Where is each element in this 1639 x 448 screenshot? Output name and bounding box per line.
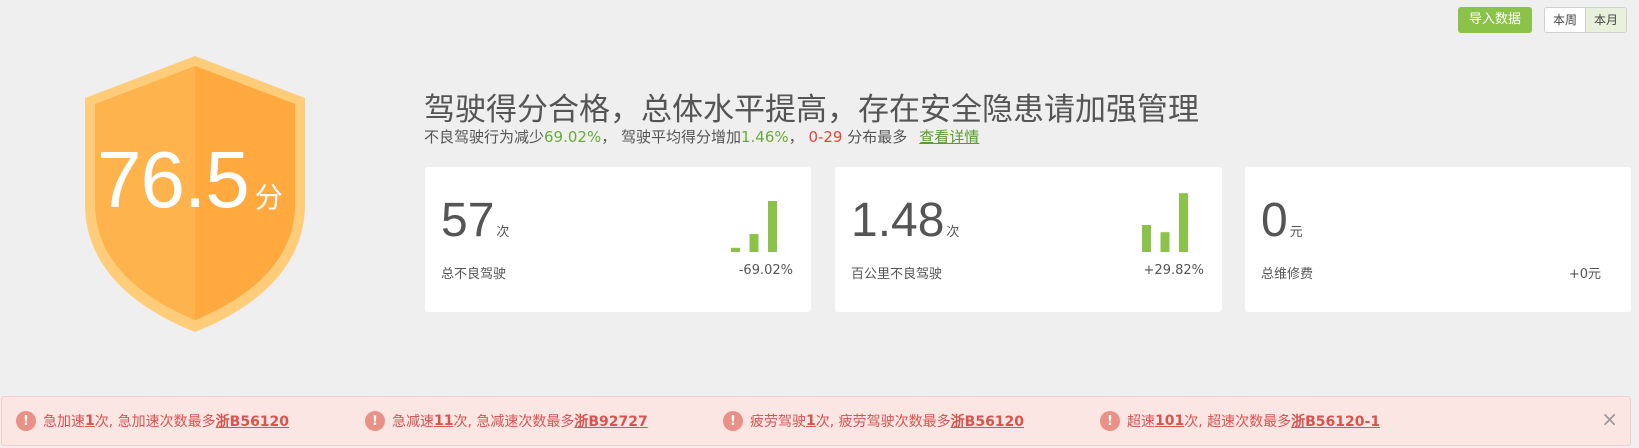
alert-count: 1 (806, 413, 816, 429)
card-change: +29.82% (1143, 263, 1204, 278)
alert-plate-link[interactable]: 浙B56120 (951, 411, 1024, 431)
alert-text: 次, 急减速次数最多 (453, 414, 575, 430)
warning-icon: ! (16, 411, 36, 431)
stat-card-total-repair-cost: 0 元 总维修费 +0元 (1245, 167, 1631, 312)
trend-bar (1142, 225, 1151, 252)
alert-count: 1 (85, 413, 95, 429)
alert-item-rapid-deceleration: ! 急减速 11 次, 急减速次数最多 浙B92727 (365, 411, 648, 431)
card-value-number: 0 (1261, 194, 1288, 247)
alert-plate-link[interactable]: 浙B56120-1 (1291, 411, 1380, 431)
trend-bar (1179, 193, 1188, 252)
trend-bar (731, 247, 740, 252)
card-value-unit: 元 (1289, 225, 1303, 240)
alert-text: 次, 急加速次数最多 (94, 414, 216, 430)
alert-text: 急加速 (43, 414, 85, 430)
view-details-link[interactable]: 查看详情 (919, 128, 979, 146)
period-week-option[interactable]: 本周 (1545, 8, 1585, 32)
summary-text-2: ， 驾驶平均得分增加 (601, 128, 741, 146)
summary-text-1: 不良驾驶行为减少 (424, 128, 545, 146)
card-change: -69.02% (738, 263, 793, 278)
alert-plate-link[interactable]: 浙B92727 (574, 411, 647, 431)
alert-item-rapid-acceleration: ! 急加速 1 次, 急加速次数最多 浙B56120 (16, 411, 289, 431)
alert-text: 急减速 (392, 414, 434, 430)
import-data-button[interactable]: 导入数据 (1457, 7, 1532, 33)
trend-bars (1142, 193, 1188, 252)
card-value-number: 1.48 (851, 194, 945, 247)
alert-text: 超速 (1127, 414, 1155, 430)
trend-bar (749, 234, 759, 252)
driving-score: 76.5 分 (97, 140, 283, 220)
trend-bar (1160, 232, 1170, 252)
summary-value-1: 69.02% (544, 128, 602, 146)
warning-icon: ! (365, 411, 385, 431)
card-label: 百公里不良驾驶 (851, 267, 943, 282)
card-value-number: 57 (441, 194, 495, 247)
alert-text: 次, 超速次数最多 (1184, 414, 1292, 430)
alert-text: 次, 疲劳驾驶次数最多 (815, 414, 951, 430)
period-toggle: 本周 本月 (1543, 7, 1627, 33)
score-unit: 分 (254, 181, 283, 214)
summary-text-3: ， (788, 128, 809, 146)
summary-range: 0-29 (808, 128, 843, 146)
alert-plate-link[interactable]: 浙B56120 (216, 411, 289, 431)
page-title: 驾驶得分合格，总体水平提高，存在安全隐患请加强管理 (424, 92, 1199, 128)
summary-text-4: 分布最多 (842, 128, 908, 146)
trend-bars (731, 201, 777, 252)
card-label: 总维修费 (1261, 267, 1314, 282)
card-label: 总不良驾驶 (441, 267, 507, 282)
top-actions: 导入数据 本周 本月 (1457, 7, 1627, 33)
score-value: 76.5 (97, 135, 250, 224)
card-value: 1.48 次 (851, 197, 959, 245)
alert-item-fatigue-driving: ! 疲劳驾驶 1 次, 疲劳驾驶次数最多 浙B56120 (723, 411, 1024, 431)
stat-card-bad-driving-per-100km: 1.48 次 百公里不良驾驶 +29.82% (835, 167, 1222, 312)
alert-bar: ! 急加速 1 次, 急加速次数最多 浙B56120 ! 急减速 11 次, 急减速次数最… (1, 396, 1631, 446)
card-value: 57 次 (441, 197, 509, 245)
summary-value-2: 1.46% (741, 128, 789, 146)
period-month-option[interactable]: 本月 (1584, 8, 1626, 32)
alert-count: 101 (1155, 413, 1185, 429)
warning-icon: ! (723, 411, 743, 431)
card-value-unit: 次 (496, 225, 510, 240)
stat-card-total-bad-driving: 57 次 总不良驾驶 -69.02% (425, 167, 811, 312)
card-change: +0元 (1568, 267, 1601, 282)
trend-bar (768, 201, 777, 252)
card-value-unit: 次 (946, 225, 960, 240)
alert-text: 疲劳驾驶 (750, 414, 806, 430)
summary-line: 不良驾驶行为减少69.02%， 驾驶平均得分增加1.46%， 0-29 分布最多… (424, 126, 979, 147)
close-icon[interactable]: × (1601, 409, 1618, 429)
alert-item-speeding: ! 超速 101 次, 超速次数最多 浙B56120-1 (1100, 411, 1380, 431)
card-value: 0 元 (1261, 197, 1303, 245)
warning-icon: ! (1100, 411, 1120, 431)
alert-count: 11 (434, 413, 454, 429)
